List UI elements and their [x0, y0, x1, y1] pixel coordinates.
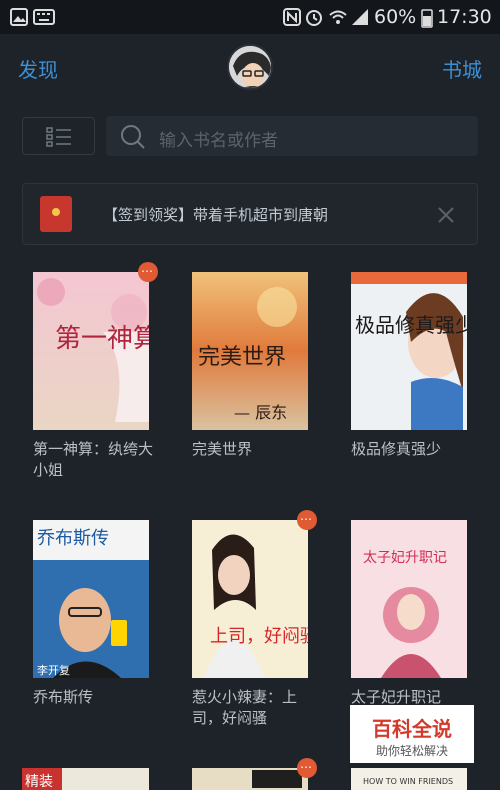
cover-art: 太子妃升职记 [351, 520, 467, 678]
image-icon [10, 8, 28, 26]
close-icon[interactable] [429, 198, 463, 232]
cover-title: 完美世界 [198, 345, 286, 370]
book-cover[interactable]: 乔布斯传 李开复 [33, 520, 149, 678]
cover-title: 精装 [25, 774, 53, 790]
cover-title: 乔布斯传 [37, 528, 109, 549]
search-placeholder: 输入书名或作者 [159, 131, 278, 151]
book-cover[interactable]: 太子妃升职记 [351, 520, 467, 678]
watermark-title: 百科全说 [372, 717, 452, 741]
cover-title: 上司，好闷骚 [210, 626, 308, 647]
search-icon [121, 125, 145, 149]
book-title: 乔布斯传 [33, 688, 94, 706]
update-badge [297, 757, 317, 778]
keyboard-icon [33, 9, 55, 25]
cover-art: 精装 [22, 768, 149, 790]
book-cover[interactable]: 上司，好闷骚 [192, 520, 308, 678]
cover-author: 李开复 [37, 663, 70, 677]
status-bar: 60% 17:30 [0, 0, 500, 34]
book-title: 第一神算：纨绔大小姐 [33, 440, 154, 479]
book-title: 完美世界 [192, 440, 253, 458]
cover-art: 上司，好闷骚 [192, 520, 308, 678]
book-title: 极品修真强少 [351, 440, 442, 458]
cover-title: 太子妃升职记 [363, 550, 447, 566]
cover-art: 第一神算 [33, 272, 149, 430]
promo-banner[interactable]: 【签到领奖】带着手机超市到唐朝 [22, 183, 478, 245]
book-cover[interactable]: 极品修真强少 [351, 272, 467, 430]
cover-title: HOW TO WIN FRIENDS [363, 777, 453, 786]
cover-title: 极品修真强少 [355, 313, 467, 337]
wifi-icon [329, 10, 347, 24]
nfc-icon [283, 8, 301, 26]
avatar-image [229, 46, 271, 88]
book-cover[interactable]: HOW TO WIN FRIENDS [351, 768, 467, 790]
cover-art [192, 768, 308, 790]
watermark-logo: 百科全说 助你轻松解决 [350, 705, 474, 763]
clock: 17:30 [437, 6, 492, 28]
cover-art: 极品修真强少 [351, 272, 467, 430]
cover-art: HOW TO WIN FRIENDS [351, 768, 467, 790]
avatar[interactable] [227, 44, 273, 90]
red-envelope-icon [40, 196, 72, 232]
alarm-icon [306, 10, 322, 26]
book-cover[interactable]: 精装 [22, 768, 149, 790]
tab-discover[interactable]: 发现 [18, 54, 58, 83]
list-icon [46, 127, 71, 147]
cover-author: — 辰东 [234, 403, 287, 422]
book-cover[interactable] [192, 768, 308, 790]
header: 发现 书城 [0, 34, 500, 104]
battery-icon [421, 9, 433, 28]
battery-percent: 60% [374, 6, 417, 28]
list-view-button[interactable] [22, 117, 95, 155]
watermark-subtitle: 助你轻松解决 [375, 744, 448, 758]
cover-art: 乔布斯传 李开复 [33, 520, 149, 678]
signal-icon [352, 9, 368, 25]
update-badge [297, 509, 317, 530]
search-input[interactable]: 输入书名或作者 [106, 116, 478, 156]
update-badge [138, 261, 158, 282]
cover-art: 完美世界 — 辰东 [192, 272, 308, 430]
cover-title: 第一神算 [55, 324, 149, 354]
book-cover[interactable]: 第一神算 [33, 272, 149, 430]
banner-text: 【签到领奖】带着手机超市到唐朝 [103, 206, 329, 224]
tab-bookstore[interactable]: 书城 [442, 54, 482, 83]
book-cover[interactable]: 完美世界 — 辰东 [192, 272, 308, 430]
book-title: 惹火小辣妻：上司，好闷骚 [192, 688, 298, 727]
